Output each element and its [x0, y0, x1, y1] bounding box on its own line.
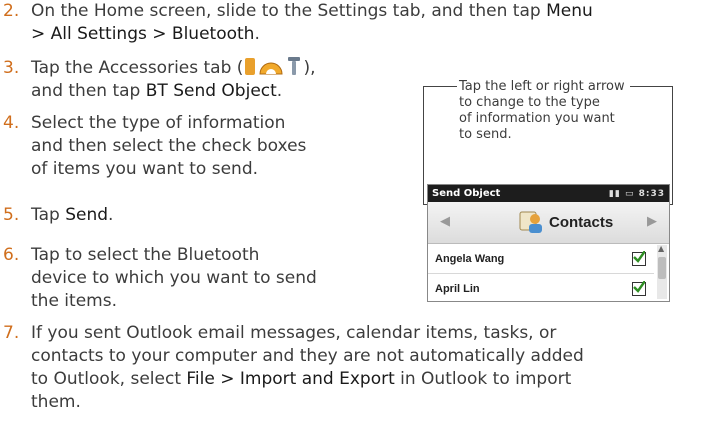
step-text: .: [108, 205, 114, 225]
step-text: Tap: [31, 205, 66, 225]
checkbox[interactable]: [632, 280, 646, 296]
signal-icon: ▮▮: [608, 188, 621, 199]
battery-icon: ▭: [624, 188, 635, 199]
status-bar: Send Object ▮▮ ▭ 8:33: [428, 185, 669, 202]
phone-screenshot: Send Object ▮▮ ▭ 8:33 ◀ Contacts ▶ Angel…: [427, 184, 670, 302]
wrench-icon: [288, 57, 301, 75]
right-arrow-icon[interactable]: ▶: [647, 214, 657, 229]
scroll-thumb[interactable]: [658, 257, 666, 279]
step-text: Tap the Accessories tab (: [31, 58, 244, 78]
check-icon: [633, 280, 645, 293]
step-text: If you sent Outlook email messages, cale…: [31, 323, 557, 343]
step-text: the items.: [31, 291, 117, 311]
step-text: of items you want to send.: [31, 159, 259, 179]
protractor-icon: [259, 62, 283, 75]
step-text: Tap to select the Bluetooth: [31, 245, 260, 265]
callout-bracket-top-left: [423, 86, 457, 87]
step-4: 4. Select the type of information and the…: [0, 112, 306, 181]
step-text: them.: [31, 392, 81, 412]
scroll-up-icon: ▲: [658, 244, 665, 253]
step-text: .: [276, 81, 283, 101]
step-text: device to which you want to send: [31, 268, 317, 288]
step-text: contacts to your computer and they are n…: [31, 346, 584, 366]
clock: 8:33: [638, 188, 665, 199]
step-text: and then tap: [31, 81, 146, 101]
step-5: 5. Tap Send.: [0, 204, 113, 227]
scrollbar[interactable]: ▲: [657, 245, 667, 299]
accessories-tab-icon: [245, 56, 301, 76]
step-text: in Outlook to import: [394, 369, 572, 389]
step-7: 7. If you sent Outlook email messages, ca…: [0, 322, 584, 414]
step-number: 6.: [3, 245, 20, 265]
tab-label: Contacts: [549, 214, 614, 231]
step-number: 2.: [3, 1, 20, 21]
step-text: .: [254, 24, 260, 44]
check-icon: [633, 250, 645, 263]
ui-keyword: File > Import and Export: [186, 369, 395, 389]
callout-line: to send.: [459, 127, 512, 142]
callout-line: of information you want: [459, 111, 615, 126]
screen-title: Send Object: [432, 188, 501, 199]
status-indicators: ▮▮ ▭ 8:33: [609, 189, 665, 199]
callout-text: Tap the left or right arrow to change to…: [459, 79, 679, 143]
step-text: Select the type of information: [31, 113, 286, 133]
step-number: 5.: [3, 205, 20, 225]
step-number: 4.: [3, 113, 20, 133]
type-selector: ◀ Contacts ▶: [428, 202, 669, 244]
callout-bracket-left: [423, 86, 424, 205]
step-6: 6. Tap to select the Bluetooth device to …: [0, 244, 317, 313]
step-text: ),: [303, 58, 316, 78]
ui-keyword: > All Settings > Bluetooth: [31, 24, 255, 44]
step-3: 3. Tap the Accessories tab ( ), and then …: [0, 56, 315, 103]
ui-keyword: Send: [65, 205, 109, 225]
contact-name: April Lin: [435, 282, 480, 295]
callout-line: to change to the type: [459, 95, 600, 110]
step-text: and then select the check boxes: [31, 136, 307, 156]
step-number: 3.: [3, 58, 20, 78]
ui-keyword: Menu: [546, 1, 593, 21]
contact-name: Angela Wang: [435, 252, 505, 265]
step-number: 7.: [3, 323, 20, 343]
checkbox[interactable]: [632, 250, 646, 266]
list-item[interactable]: Angela Wang: [428, 244, 654, 274]
step-text: On the Home screen, slide to the Setting…: [31, 1, 547, 21]
step-2: 2. On the Home screen, slide to the Setti…: [0, 0, 593, 46]
list-item[interactable]: April Lin: [428, 274, 654, 301]
ui-keyword: BT Send Object: [145, 81, 277, 101]
step-text: to Outlook, select: [31, 369, 187, 389]
left-arrow-icon[interactable]: ◀: [440, 214, 450, 229]
contacts-icon: [519, 211, 542, 233]
callout-line: Tap the left or right arrow: [459, 79, 625, 94]
